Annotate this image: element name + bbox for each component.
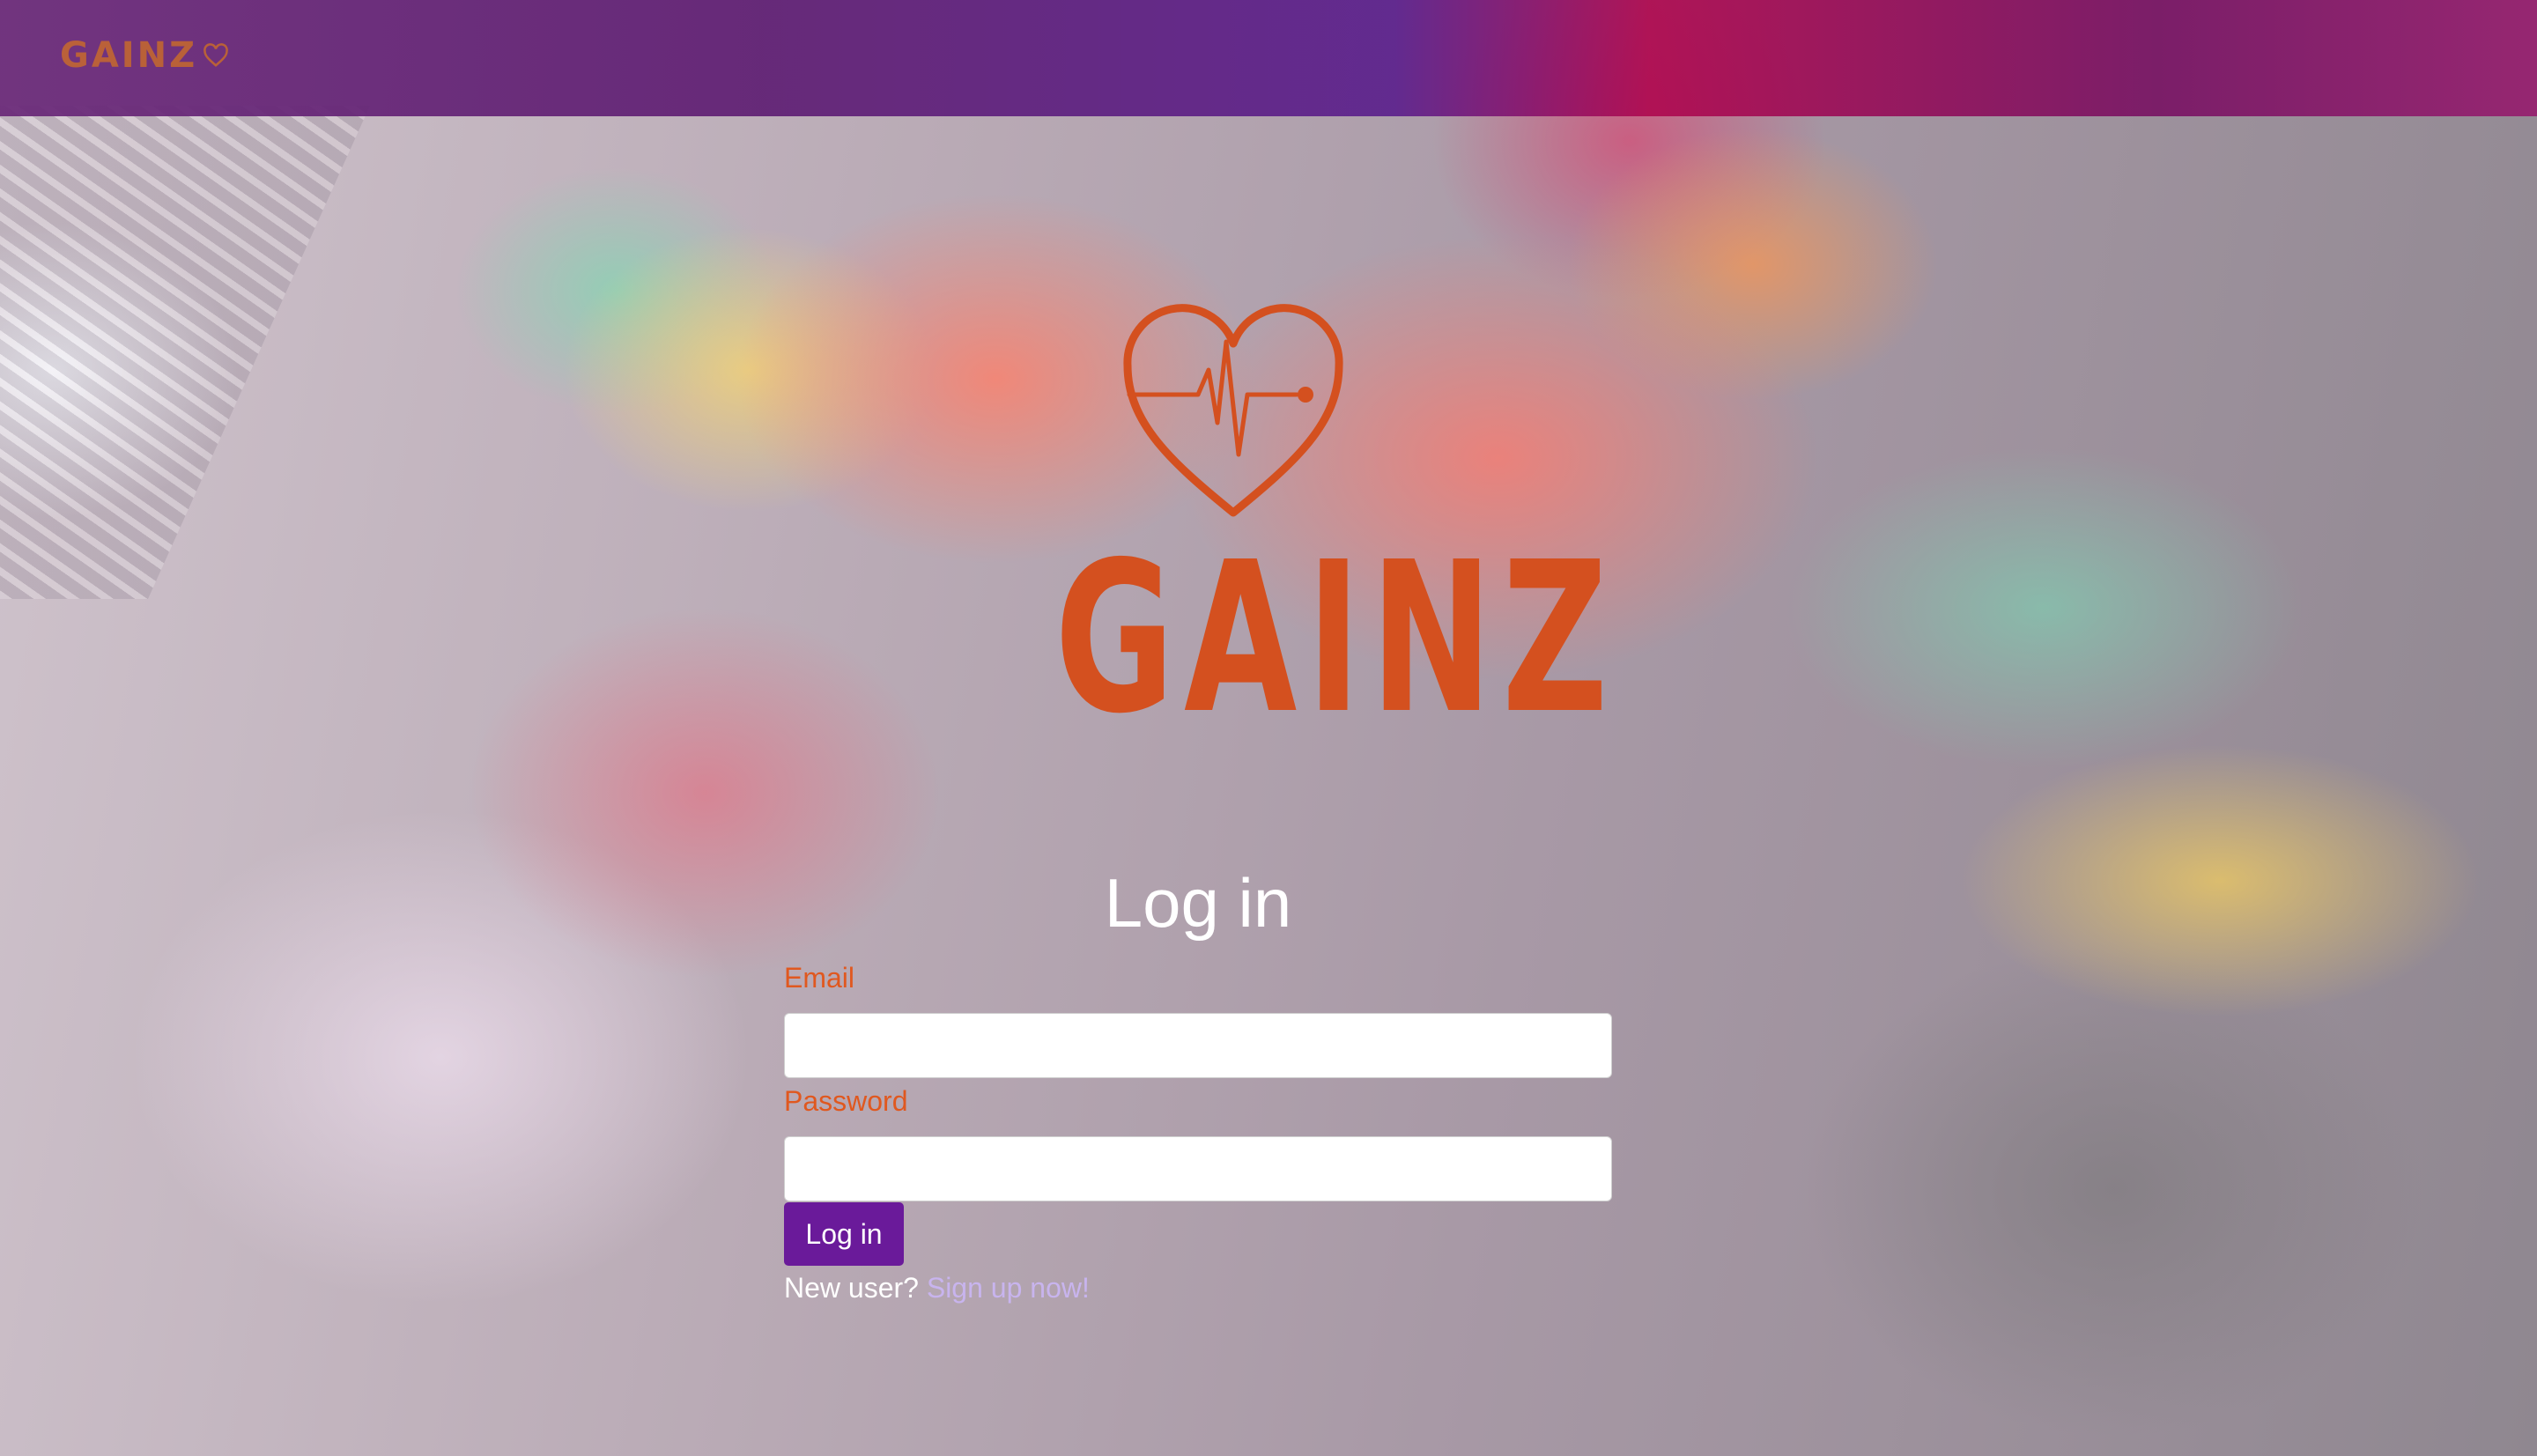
email-field[interactable] [784, 1013, 1612, 1078]
signup-link[interactable]: Sign up now! [927, 1272, 1090, 1304]
password-label: Password [784, 1085, 908, 1117]
app-logo: GAINZ [1004, 282, 1618, 759]
password-field[interactable] [784, 1136, 1612, 1201]
navbar-brand[interactable]: GAINZ [60, 35, 229, 76]
page-title: Log in [1104, 864, 1292, 942]
login-button[interactable]: Log in [784, 1202, 904, 1266]
email-label: Email [784, 962, 855, 994]
logo-text: GAINZ [1054, 517, 1618, 759]
top-navbar: GAINZ [0, 0, 2537, 116]
signup-prompt: New user? [784, 1272, 919, 1304]
navbar-brand-text: GAINZ [60, 35, 198, 76]
login-page: GAINZ GAINZ Log in Email Password Log in… [0, 0, 2537, 1456]
heart-icon [203, 43, 228, 67]
signup-prompt-line: New user? Sign up now! [784, 1270, 1090, 1305]
heart-heartbeat-icon [1123, 304, 1343, 517]
